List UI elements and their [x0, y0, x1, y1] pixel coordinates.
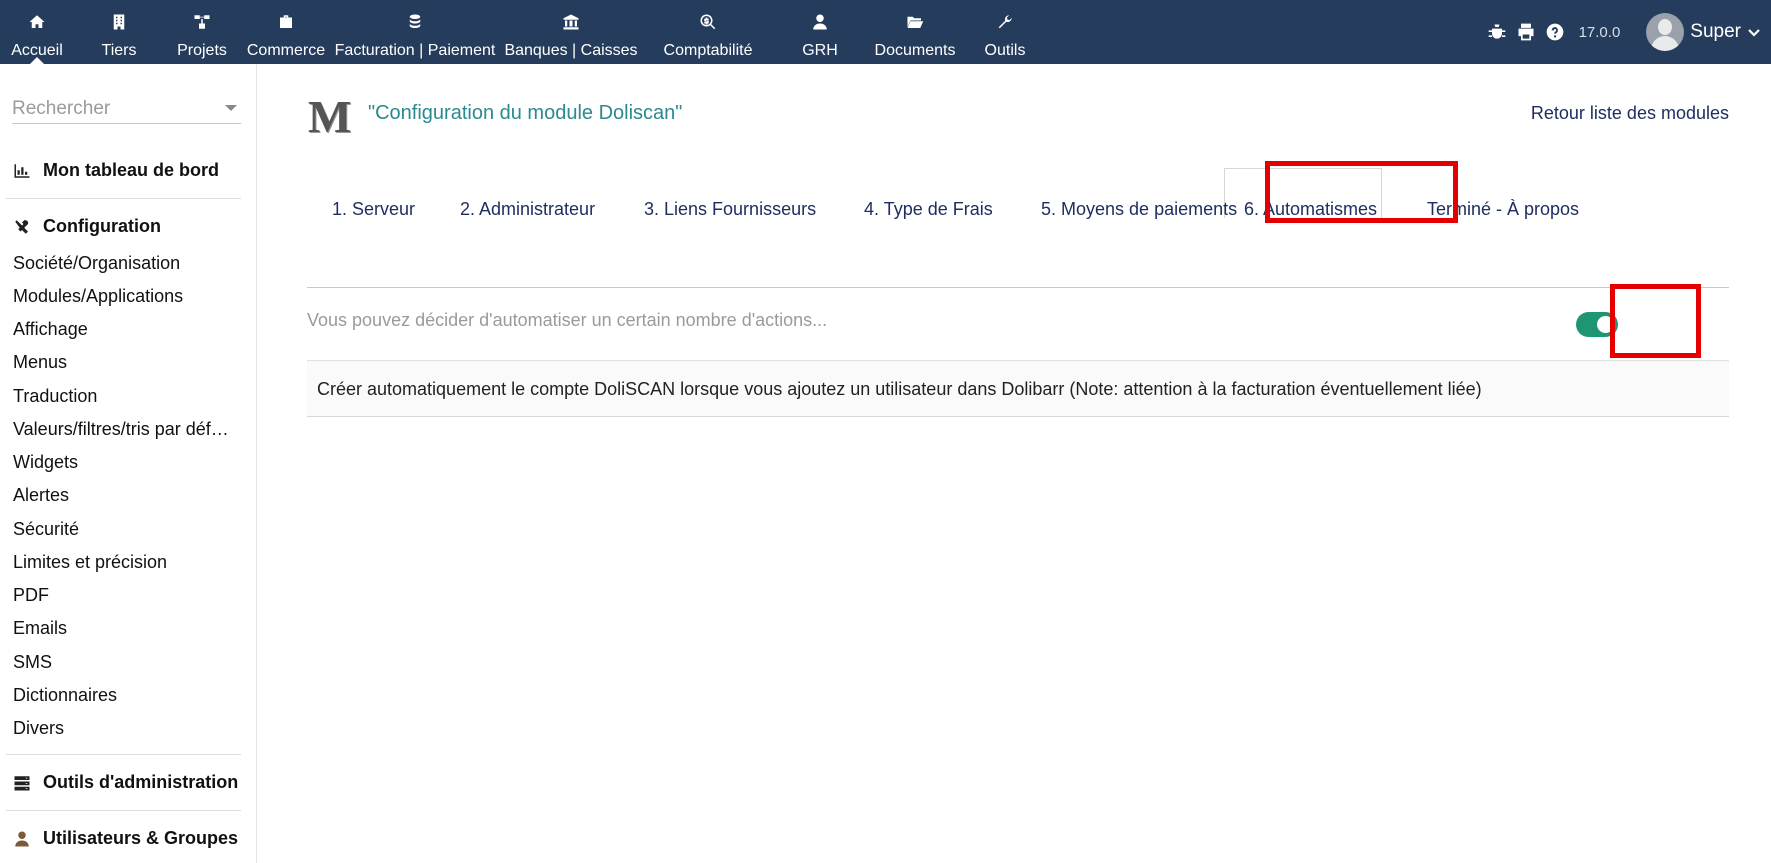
menu-item-documents[interactable]: Documents — [868, 0, 962, 64]
sidebar-admin-tools[interactable]: Outils d'administration — [13, 772, 243, 793]
search-dropdown-caret[interactable] — [225, 105, 237, 111]
help-icon[interactable] — [1544, 21, 1566, 43]
sidebar-item-pdf[interactable]: PDF — [13, 585, 235, 606]
tab-type-de-frais[interactable]: 4. Type de Frais — [864, 199, 993, 220]
sidebar-item-divers[interactable]: Divers — [13, 718, 235, 739]
highlight-box-tab — [1265, 161, 1458, 223]
tab-serveur[interactable]: 1. Serveur — [332, 199, 415, 220]
search-box — [12, 96, 241, 124]
tab-administrateur[interactable]: 2. Administrateur — [460, 199, 595, 220]
briefcase-icon — [277, 13, 295, 36]
option-label: Créer automatiquement le compte DoliSCAN… — [317, 379, 1482, 399]
sidebar-users-groups[interactable]: Utilisateurs & Groupes — [13, 828, 243, 849]
tools-icon — [15, 219, 29, 234]
option-row: Créer automatiquement le compte DoliSCAN… — [307, 360, 1729, 417]
tab-moyens-de-paiements[interactable]: 5. Moyens de paiements — [1041, 199, 1237, 220]
username[interactable]: Super — [1690, 21, 1741, 43]
menu-item-projets[interactable]: Projets — [164, 0, 240, 64]
chart-bar-icon — [14, 163, 30, 178]
coins-icon — [406, 13, 424, 36]
sidebar-item-securite[interactable]: Sécurité — [13, 519, 235, 540]
intro-text: Vous pouvez décider d'automatiser un cer… — [307, 310, 828, 330]
menu-item-tiers[interactable]: Tiers — [74, 0, 164, 64]
main-menu: Accueil Tiers Projets Commerce Facturati… — [0, 0, 1048, 64]
top-navigation-bar: Accueil Tiers Projets Commerce Facturati… — [0, 0, 1771, 64]
sidebar-item-emails[interactable]: Emails — [13, 618, 235, 639]
bank-icon — [562, 13, 580, 36]
sidebar-item-valeurs[interactable]: Valeurs/filtres/tris par défaut — [13, 419, 235, 440]
tab-liens-fournisseurs[interactable]: 3. Liens Fournisseurs — [644, 199, 816, 220]
menu-label: Documents — [874, 42, 956, 59]
sidebar-item-widgets[interactable]: Widgets — [13, 452, 235, 473]
sidebar-item-limites[interactable]: Limites et précision — [13, 552, 235, 573]
page-title: "Configuration du module Doliscan" — [368, 102, 683, 124]
sidebar-configuration[interactable]: Configuration — [13, 216, 243, 237]
menu-label: Facturation | Paiement — [334, 42, 496, 59]
menu-label: Outils — [984, 42, 1026, 59]
search-input[interactable] — [12, 96, 222, 122]
sidebar-item-affichage[interactable]: Affichage — [13, 319, 235, 340]
bug-icon[interactable] — [1486, 21, 1508, 43]
user-icon — [15, 831, 29, 846]
sidebar-item-traduction[interactable]: Traduction — [13, 386, 235, 407]
menu-item-banques[interactable]: Banques | Caisses — [498, 0, 644, 64]
server-icon — [14, 775, 30, 790]
menu-item-facturation[interactable]: Facturation | Paiement — [332, 0, 498, 64]
top-right-tools: 17.0.0 Super — [1486, 0, 1771, 64]
sidebar-divider — [6, 810, 241, 811]
sidebar-item-modules[interactable]: Modules/Applications — [13, 286, 235, 307]
tab-underline — [307, 287, 1729, 288]
highlight-box-toggle — [1610, 284, 1701, 358]
sidebar-item-alertes[interactable]: Alertes — [13, 485, 235, 506]
wrench-icon — [996, 13, 1014, 36]
magnify-dollar-icon — [699, 13, 717, 36]
sidebar-item-societe[interactable]: Société/Organisation — [13, 253, 235, 274]
menu-label: Tiers — [101, 42, 137, 59]
menu-item-comptabilite[interactable]: Comptabilité — [644, 0, 772, 64]
sidebar-item-dictionnaires[interactable]: Dictionnaires — [13, 685, 235, 706]
menu-label: Comptabilité — [663, 42, 753, 59]
menu-item-outils[interactable]: Outils — [962, 0, 1048, 64]
menu-item-commerce[interactable]: Commerce — [240, 0, 332, 64]
menu-label: Projets — [177, 42, 227, 59]
menu-label: Banques | Caisses — [504, 42, 638, 59]
sidebar-item-menus[interactable]: Menus — [13, 352, 235, 373]
menu-label: Commerce — [246, 42, 326, 59]
module-logo: M — [308, 91, 352, 142]
avatar[interactable] — [1646, 13, 1685, 51]
sidebar-item-sms[interactable]: SMS — [13, 652, 235, 673]
sitemap-icon — [193, 13, 211, 36]
main-content: M "Configuration du module Doliscan" Ret… — [258, 64, 1771, 863]
menu-item-accueil[interactable]: Accueil — [0, 0, 74, 64]
sidebar-dashboard[interactable]: Mon tableau de bord — [13, 160, 243, 181]
user-tie-icon — [811, 13, 829, 36]
printer-icon[interactable] — [1515, 21, 1537, 43]
sidebar-divider — [6, 198, 241, 199]
home-icon — [28, 13, 46, 36]
back-to-modules-link[interactable]: Retour liste des modules — [1531, 103, 1729, 124]
menu-label: Accueil — [11, 42, 63, 59]
tab-bar: 1. Serveur 2. Administrateur 3. Liens Fo… — [307, 160, 1729, 288]
left-sidebar: Mon tableau de bord Configuration Sociét… — [0, 64, 257, 863]
building-icon — [110, 13, 128, 36]
folder-open-icon — [906, 13, 924, 36]
menu-item-grh[interactable]: GRH — [772, 0, 868, 64]
chevron-down-icon[interactable] — [1747, 25, 1761, 39]
version-label: 17.0.0 — [1578, 23, 1621, 41]
sidebar-divider — [6, 754, 241, 755]
menu-label: GRH — [802, 42, 838, 59]
